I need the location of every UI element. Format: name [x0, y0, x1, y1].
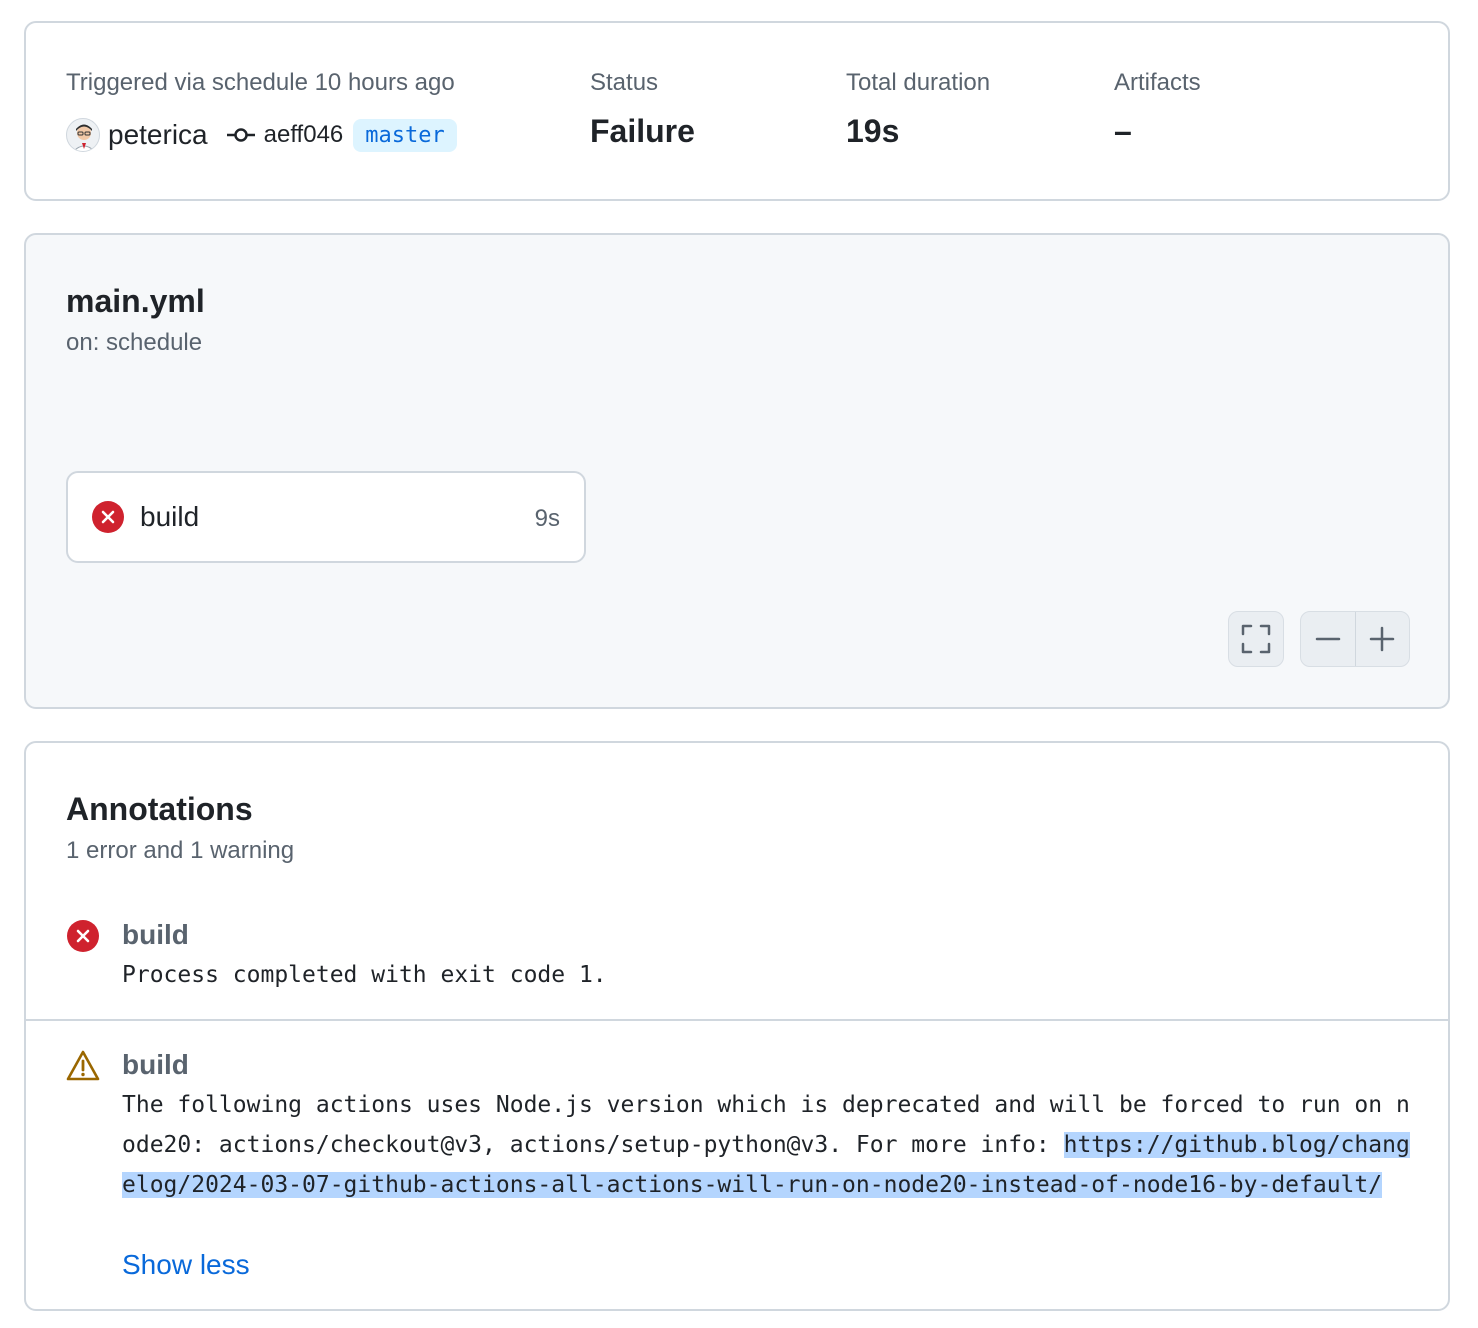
trigger-details: peterica aeff046 master [66, 115, 457, 155]
annotations-title: Annotations [66, 791, 253, 827]
job-duration: 9s [534, 505, 560, 532]
avatar[interactable] [66, 118, 100, 152]
duration-label: Total duration [846, 69, 991, 96]
workflow-trigger: on: schedule [66, 329, 203, 356]
actor-link[interactable]: peterica [108, 119, 208, 151]
artifacts-value: – [1114, 113, 1132, 149]
annotation-error: build Process completed with exit code 1… [26, 913, 1448, 1019]
artifacts-column: Artifacts – [1114, 69, 1201, 149]
artifacts-label: Artifacts [1114, 69, 1201, 96]
status-column: Status Failure [590, 69, 695, 149]
fullscreen-button[interactable] [1229, 612, 1283, 666]
status-label: Status [590, 69, 659, 96]
annotation-job-link[interactable]: build [122, 1049, 189, 1081]
zoom-controls [1300, 611, 1410, 667]
annotation-warning: build The following actions uses Node.js… [26, 1043, 1448, 1303]
workflow-graph-card: main.yml on: schedule build 9s [24, 233, 1450, 709]
annotation-divider [26, 1019, 1448, 1021]
annotation-job-link[interactable]: build [122, 919, 189, 951]
x-circle-fill-icon [67, 920, 99, 952]
zoom-in-button[interactable] [1355, 612, 1409, 666]
annotations-summary: 1 error and 1 warning [66, 837, 295, 864]
annotation-message: The following actions uses Node.js versi… [122, 1085, 1412, 1205]
zoom-out-button[interactable] [1301, 612, 1355, 666]
job-node-build[interactable]: build 9s [66, 471, 586, 563]
trigger-column: Triggered via schedule 10 hours ago [66, 69, 455, 97]
annotations-card: Annotations 1 error and 1 warning build … [24, 741, 1450, 1311]
fullscreen-icon [1241, 624, 1271, 654]
annotation-message: Process completed with exit code 1. [122, 962, 607, 988]
user-avatar-icon [73, 124, 95, 151]
job-name: build [140, 501, 200, 532]
show-less-toggle[interactable]: Show less [122, 1249, 250, 1281]
commit-sha-link[interactable]: aeff046 [264, 121, 344, 149]
trigger-label: Triggered via schedule 10 hours ago [66, 69, 455, 96]
run-summary-card: Triggered via schedule 10 hours ago pete… [24, 21, 1450, 201]
workflow-name: main.yml [66, 283, 205, 319]
status-value: Failure [590, 113, 695, 149]
fullscreen-control [1228, 611, 1284, 667]
plus-icon [1369, 626, 1395, 652]
alert-triangle-icon [66, 1050, 100, 1081]
duration-column: Total duration 19s [846, 69, 991, 149]
duration-value: 19s [846, 113, 900, 149]
minus-icon [1315, 637, 1340, 641]
git-commit-icon [226, 128, 255, 142]
x-circle-fill-icon [92, 501, 124, 533]
branch-label[interactable]: master [353, 118, 457, 152]
